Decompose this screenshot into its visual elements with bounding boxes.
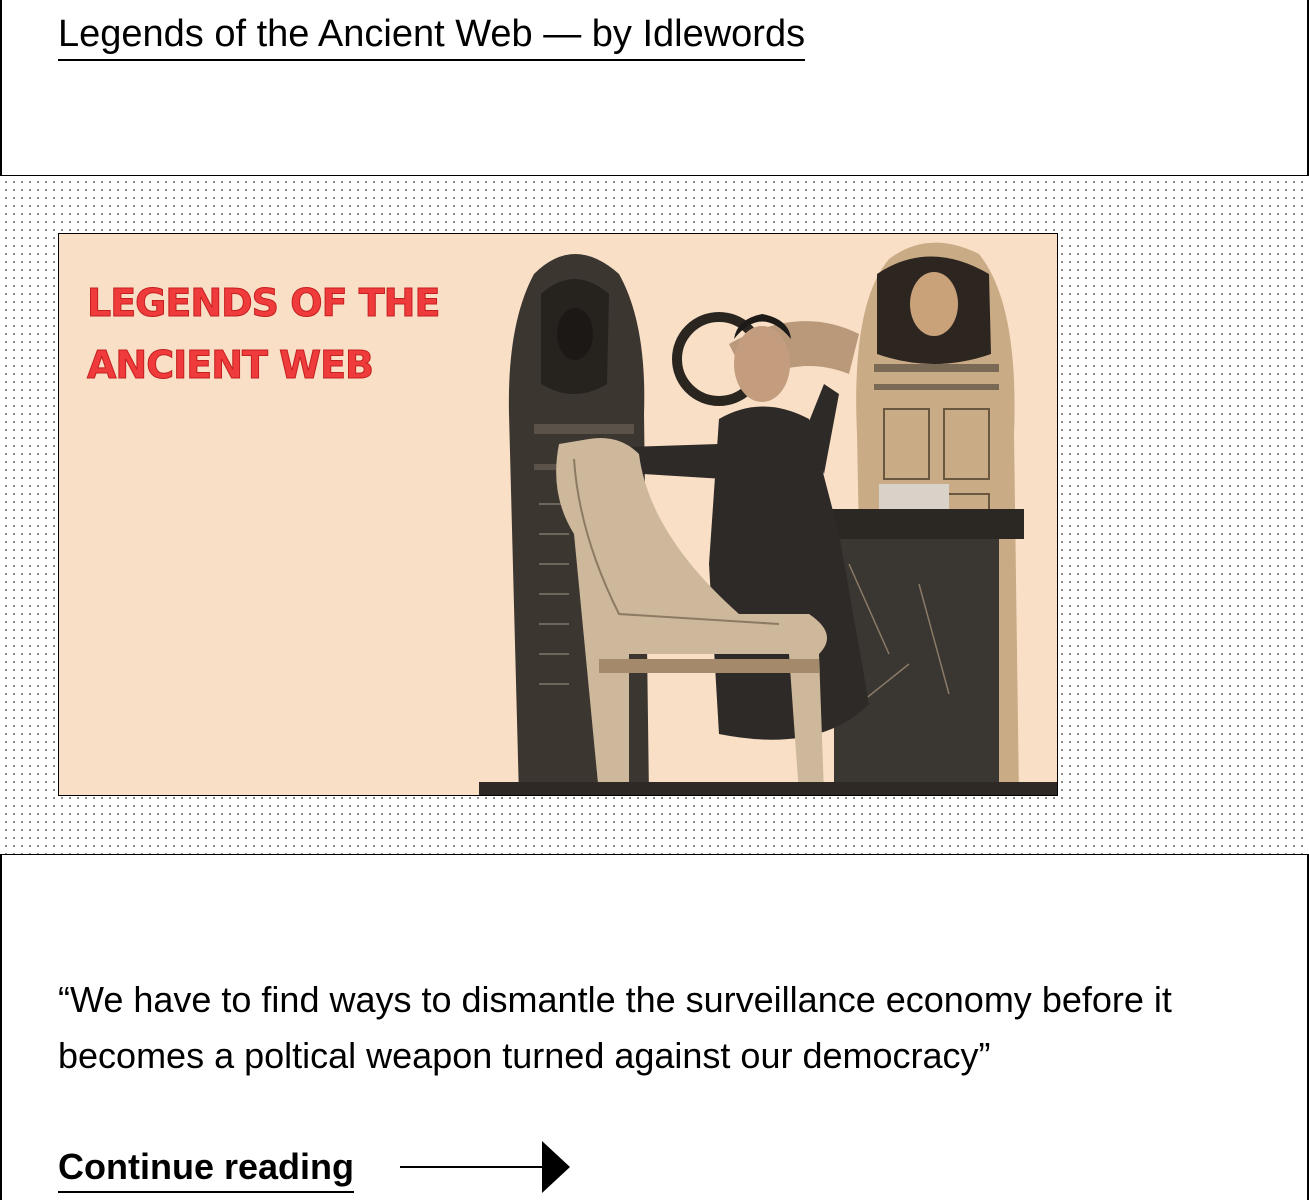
continue-reading-link[interactable]: Continue reading: [58, 1143, 354, 1193]
post-title-link[interactable]: Legends of the Ancient Web — by Idleword…: [58, 10, 806, 61]
featured-image-title: LEGENDS OF THE ANCIENT WEB: [86, 281, 440, 388]
floor: [479, 782, 1057, 795]
egyptian-illustration: [479, 242, 1057, 795]
featured-image[interactable]: LEGENDS OF THE ANCIENT WEB: [58, 233, 1058, 796]
post-excerpt: “We have to find ways to dismantle the s…: [58, 979, 1172, 1076]
arrow-right-icon[interactable]: [398, 1138, 573, 1196]
